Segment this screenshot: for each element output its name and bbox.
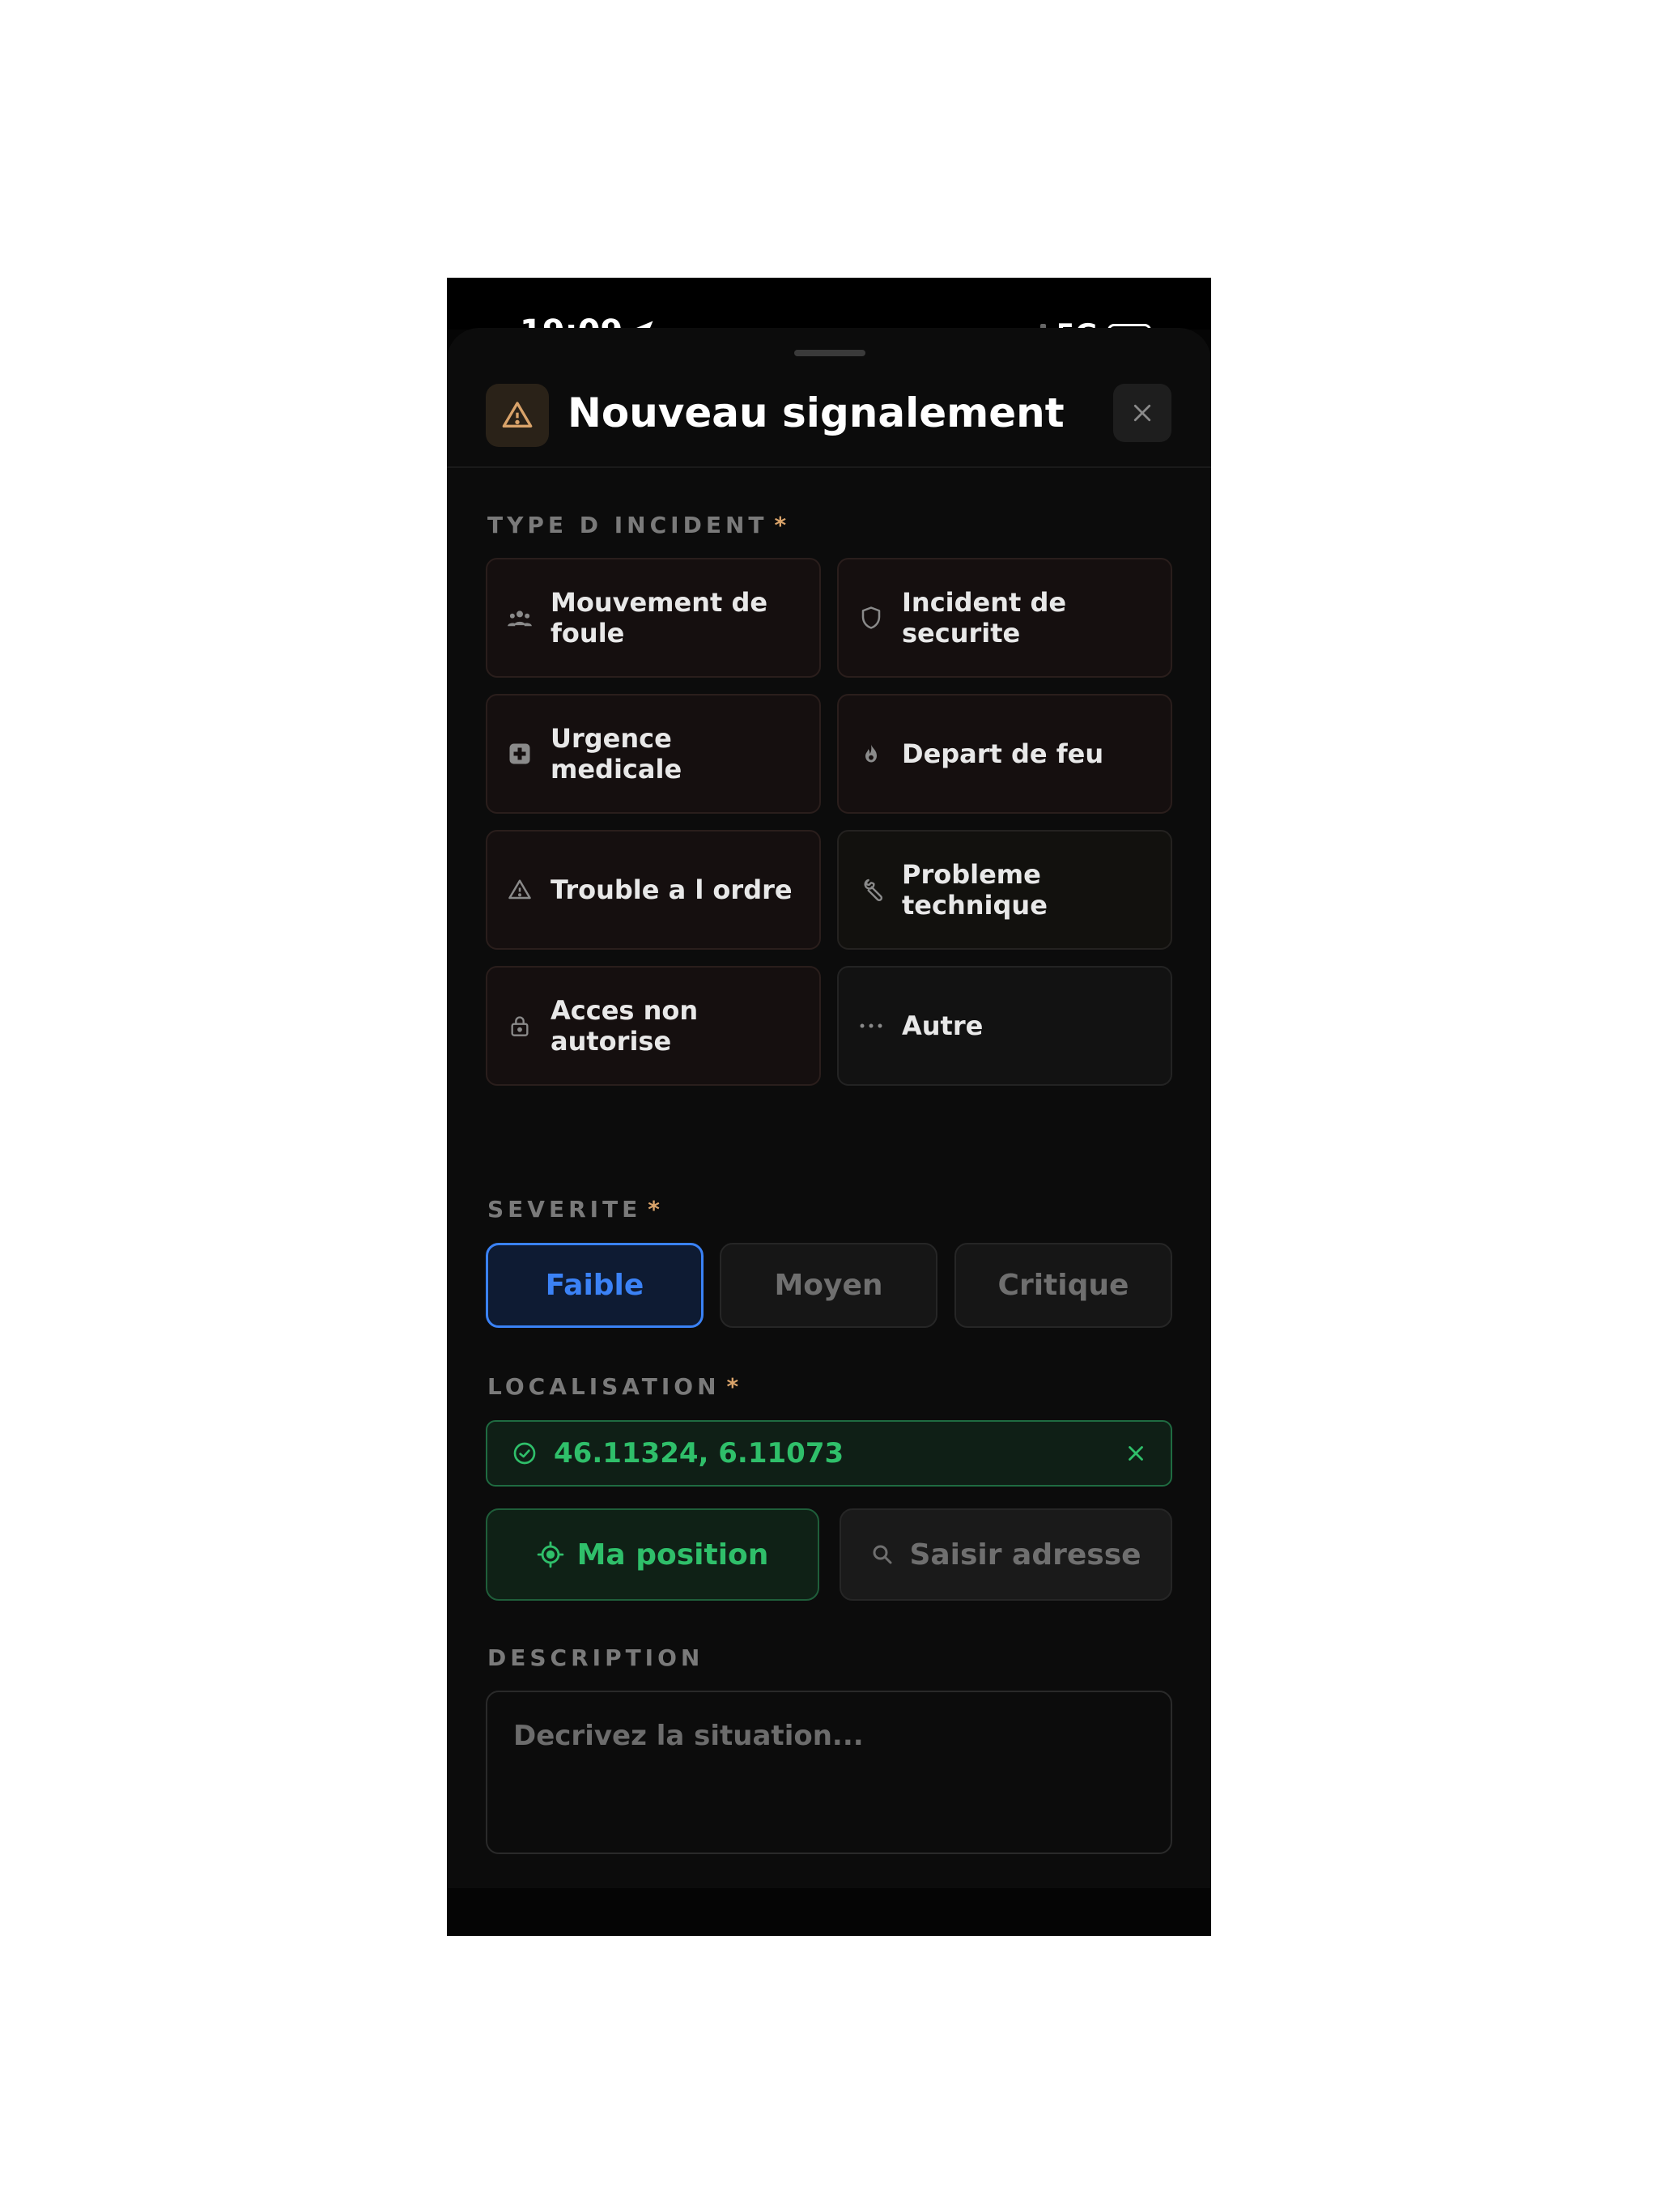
incident-type-security[interactable]: Incident de securite <box>837 558 1172 678</box>
description-input[interactable] <box>513 1720 1145 1825</box>
severity-medium-button[interactable]: Moyen <box>720 1243 937 1328</box>
medical-cross-icon <box>507 741 533 767</box>
clear-location-icon[interactable] <box>1124 1441 1148 1465</box>
incident-type-access[interactable]: Acces non autorise <box>486 966 821 1086</box>
incident-type-label: TYPE D INCIDENT * <box>487 512 787 538</box>
flame-icon <box>858 741 884 767</box>
location-label: LOCALISATION * <box>487 1373 739 1400</box>
crowd-icon <box>507 605 533 631</box>
header-divider <box>447 466 1211 468</box>
shield-icon <box>858 605 884 631</box>
location-value: 46.11324, 6.11073 <box>554 1437 844 1470</box>
incident-type-medical[interactable]: Urgence medicale <box>486 694 821 814</box>
location-field[interactable]: 46.11324, 6.11073 <box>486 1420 1172 1487</box>
phone-screen: 19:09 5G Nouveau signalement TYPE D INCI… <box>447 278 1211 1936</box>
my-position-button[interactable]: Ma position <box>486 1508 819 1601</box>
check-circle-icon <box>512 1440 538 1466</box>
lock-icon <box>507 1013 533 1039</box>
enter-address-button[interactable]: Saisir adresse <box>840 1508 1172 1601</box>
severity-critical-button[interactable]: Critique <box>954 1243 1172 1328</box>
incident-type-fire[interactable]: Depart de feu <box>837 694 1172 814</box>
more-dots-icon <box>858 1013 884 1039</box>
crosshair-icon <box>537 1541 563 1568</box>
search-icon <box>873 1545 892 1564</box>
warning-triangle-icon <box>507 877 533 903</box>
severity-low-button[interactable]: Faible <box>486 1243 704 1328</box>
incident-type-crowd[interactable]: Mouvement de foule <box>486 558 821 678</box>
wrench-icon <box>858 877 884 903</box>
page-title: Nouveau signalement <box>568 389 1065 436</box>
severity-label: SEVERITE * <box>487 1196 660 1223</box>
incident-type-disorder[interactable]: Trouble a l ordre <box>486 830 821 950</box>
close-icon <box>1133 404 1151 422</box>
warning-icon <box>486 384 549 447</box>
close-button[interactable] <box>1113 384 1171 442</box>
incident-type-other[interactable]: Autre <box>837 966 1172 1086</box>
sheet-grabber[interactable] <box>794 350 865 356</box>
description-label: DESCRIPTION <box>487 1644 704 1671</box>
description-field[interactable] <box>486 1691 1172 1854</box>
incident-type-technical[interactable]: Probleme technique <box>837 830 1172 950</box>
